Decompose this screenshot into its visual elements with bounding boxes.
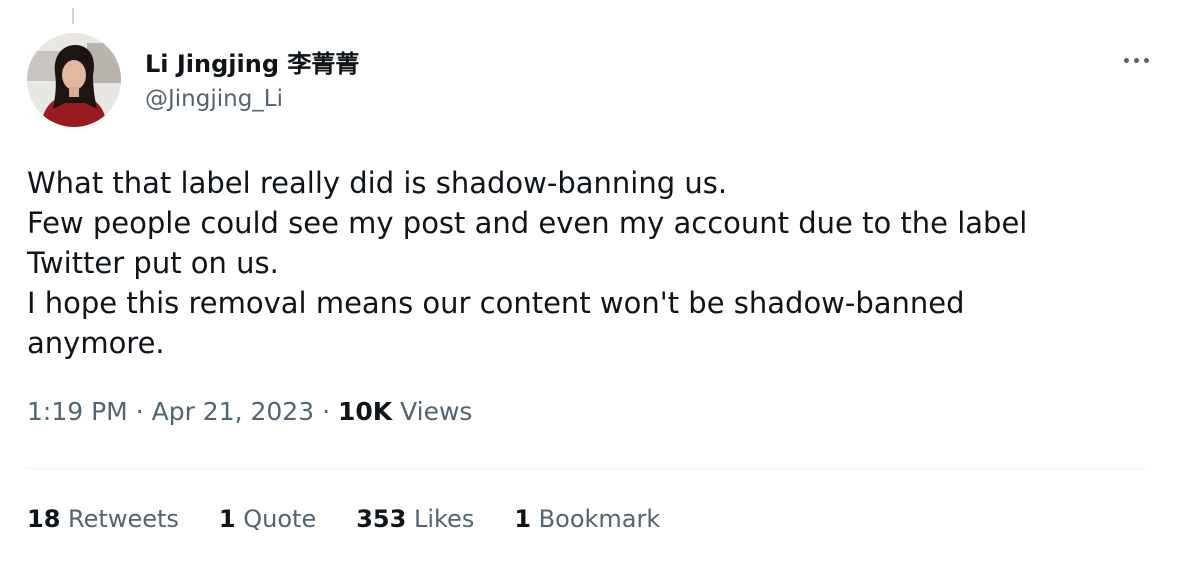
tweet-metadata: 1:19 PM · Apr 21, 2023 · 10K Views	[27, 397, 472, 426]
retweets-stat[interactable]: 18 Retweets	[27, 505, 179, 533]
author-handle[interactable]: @Jingjing_Li	[145, 86, 283, 112]
likes-label: Likes	[413, 505, 475, 533]
more-horizontal-icon	[1123, 57, 1129, 63]
avatar[interactable]	[27, 33, 121, 127]
tweet-card: Li Jingjing 李菁菁 @Jingjing_Li What that l…	[0, 0, 1192, 568]
engagement-stats: 18 Retweets 1 Quote 353 Likes 1 Bookmark	[27, 505, 700, 533]
likes-stat[interactable]: 353 Likes	[356, 505, 474, 533]
tweet-text: What that label really did is shadow-ban…	[27, 163, 1147, 363]
tweet-text-line: I hope this removal means our content wo…	[27, 286, 965, 320]
tweet-date-link[interactable]: Apr 21, 2023	[152, 397, 315, 426]
bookmarks-stat[interactable]: 1 Bookmark	[514, 505, 660, 533]
retweets-label: Retweets	[68, 505, 179, 533]
quotes-label: Quote	[243, 505, 317, 533]
retweets-count: 18	[27, 505, 61, 533]
tweet-text-line: What that label really did is shadow-ban…	[27, 166, 728, 200]
views-count: 10K	[337, 397, 393, 426]
tweet-text-line: Few people could see my post and even my…	[27, 206, 1028, 240]
more-options-button[interactable]	[1116, 46, 1156, 74]
quotes-count: 1	[218, 505, 236, 533]
avatar-image	[27, 33, 121, 127]
views-label: Views	[400, 397, 473, 426]
tweet-text-line: anymore.	[27, 326, 165, 360]
tweet-text-line: Twitter put on us.	[27, 246, 279, 280]
tweet-time-link[interactable]: 1:19 PM	[27, 397, 128, 426]
likes-count: 353	[356, 505, 407, 533]
meta-separator: ·	[135, 397, 144, 426]
meta-separator: ·	[322, 397, 331, 426]
bookmarks-count: 1	[514, 505, 532, 533]
divider	[27, 468, 1147, 469]
quotes-stat[interactable]: 1 Quote	[219, 505, 316, 533]
thread-connector	[72, 8, 74, 24]
bookmarks-label: Bookmark	[538, 505, 661, 533]
author-display-name[interactable]: Li Jingjing 李菁菁	[145, 44, 359, 79]
